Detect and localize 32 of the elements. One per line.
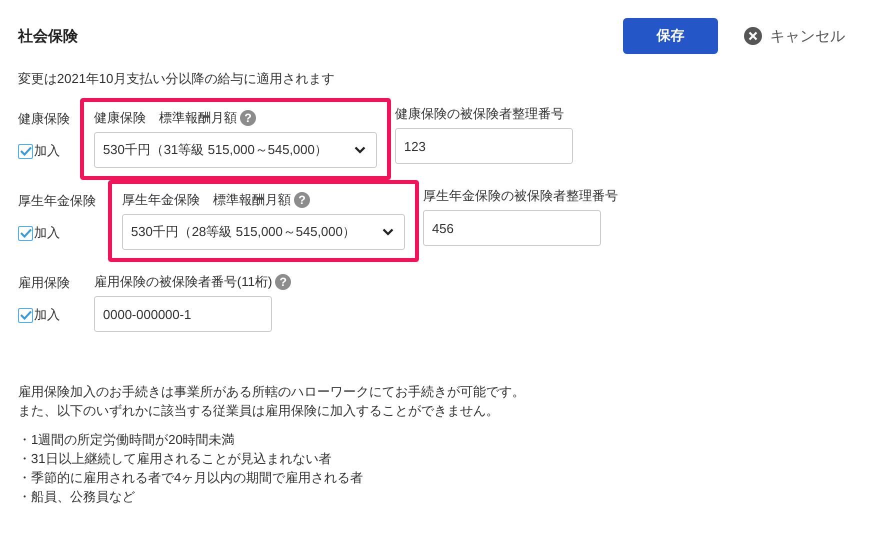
checkbox-label: 加入 bbox=[34, 142, 60, 160]
info-text: 雇用保険加入のお手続きは事業所がある所轄のハローワークにてお手続きが可能です。 bbox=[18, 383, 526, 401]
notice-text: 変更は2021年10月支払い分以降の給与に適用されます bbox=[18, 70, 336, 88]
field-label: 健康保険 標準報酬月額 bbox=[94, 109, 237, 127]
checkbox[interactable] bbox=[18, 308, 33, 322]
select-field[interactable]: 530千円（28等級 515,000～545,000） bbox=[122, 214, 405, 250]
page-title: 社会保険 bbox=[18, 26, 78, 46]
section-label: 雇用保険 bbox=[18, 274, 71, 292]
condition-item: ・31日以上継続して雇用されることが見込まれない者 bbox=[18, 450, 332, 468]
info-text: また、以下のいずれかに該当する従業員は雇用保険に加入することができません。 bbox=[18, 402, 500, 420]
field-label: 厚生年金保険の被保険者整理番号 bbox=[423, 187, 618, 205]
field-label: 厚生年金保険 標準報酬月額 bbox=[122, 191, 291, 209]
chevron-down-icon bbox=[382, 228, 394, 236]
checkbox-label: 加入 bbox=[34, 306, 60, 324]
condition-item: ・船員、公務員など bbox=[18, 488, 136, 506]
cancel-button[interactable]: キャンセル bbox=[744, 26, 845, 46]
chevron-down-icon bbox=[354, 146, 366, 154]
checkbox[interactable] bbox=[18, 144, 33, 158]
input-field[interactable]: 123 bbox=[395, 128, 573, 164]
input-field[interactable]: 0000-000000-1 bbox=[94, 296, 272, 332]
checkbox[interactable] bbox=[18, 226, 33, 240]
condition-item: ・1週間の所定労働時間が20時間未満 bbox=[18, 431, 236, 449]
select-field[interactable]: 530千円（31等級 515,000～545,000） bbox=[94, 132, 377, 168]
input-field[interactable]: 456 bbox=[423, 210, 601, 246]
close-icon bbox=[744, 27, 762, 45]
condition-item: ・季節的に雇用される者で4ヶ月以内の期間で雇用される者 bbox=[18, 469, 364, 487]
checkbox-label: 加入 bbox=[34, 224, 60, 242]
section-label: 健康保険 bbox=[18, 110, 71, 128]
field-label: 雇用保険の被保険者番号(11桁) bbox=[94, 273, 272, 291]
field-label: 健康保険の被保険者整理番号 bbox=[395, 105, 564, 123]
save-button[interactable]: 保存 bbox=[623, 18, 718, 54]
section-label: 厚生年金保険 bbox=[18, 192, 97, 210]
